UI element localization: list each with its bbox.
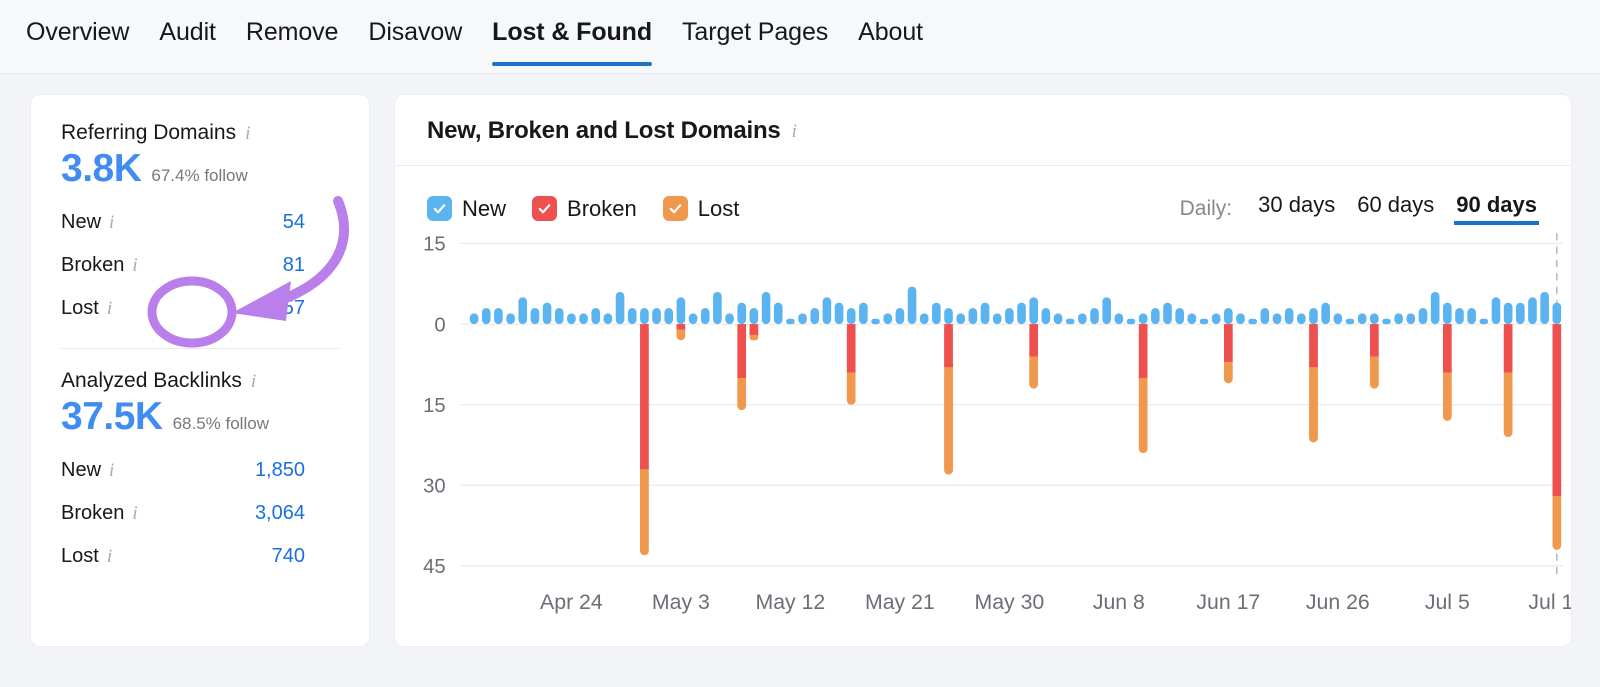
info-icon[interactable]: i: [245, 124, 250, 143]
info-icon[interactable]: i: [251, 372, 256, 391]
svg-text:0: 0: [434, 314, 445, 336]
info-icon[interactable]: i: [132, 504, 137, 523]
analyzed-backlinks-row-broken: Broken i 3,064: [61, 492, 339, 535]
stat-value-lost[interactable]: 57: [283, 297, 339, 320]
chart-controls: New Broken Lost Daily: 30 days 60 days 9…: [395, 166, 1571, 225]
referring-domains-value: 3.8K: [61, 147, 142, 190]
referring-domains-row-lost: Lost i 57: [61, 287, 339, 330]
info-icon[interactable]: i: [132, 256, 137, 275]
stat-label-text: Lost: [61, 297, 99, 319]
legend-item-lost[interactable]: Lost: [662, 195, 740, 222]
stat-label-text: Broken: [61, 254, 125, 276]
legend-checkbox-new[interactable]: [427, 196, 452, 221]
info-icon[interactable]: i: [109, 461, 114, 480]
svg-text:Apr 24: Apr 24: [540, 590, 603, 614]
stat-label-lost: Lost i: [61, 297, 112, 320]
info-icon[interactable]: i: [792, 122, 797, 141]
analyzed-backlinks-value: 37.5K: [61, 395, 163, 438]
stat-label-text: New: [61, 211, 102, 233]
chart-card: New, Broken and Lost Domains i New Broke…: [394, 94, 1572, 647]
stat-label-text: Broken: [61, 502, 125, 524]
nav-tab-disavow[interactable]: Disavow: [368, 0, 462, 65]
svg-text:May 12: May 12: [756, 590, 826, 614]
svg-text:45: 45: [423, 556, 446, 578]
svg-text:30: 30: [423, 475, 446, 497]
svg-text:15: 15: [423, 395, 446, 417]
stat-label-new: New i: [61, 211, 114, 234]
referring-domains-title: Referring Domains i: [61, 121, 339, 145]
analyzed-backlinks-label: Analyzed Backlinks: [61, 369, 242, 392]
legend-checkbox-lost[interactable]: [662, 196, 688, 221]
svg-text:Jun 26: Jun 26: [1306, 590, 1370, 614]
stat-label-new: New i: [61, 459, 114, 482]
analyzed-backlinks-row-new: New i 1,850: [61, 449, 339, 492]
stat-value-new[interactable]: 1,850: [255, 459, 339, 482]
chart-legend: New Broken Lost: [427, 196, 739, 222]
date-range-selector: Daily: 30 days 60 days 90 days: [1179, 192, 1539, 225]
range-option-60-days[interactable]: 60 days: [1357, 192, 1434, 225]
referring-domains-label: Referring Domains: [61, 121, 237, 144]
nav-tab-lost-and-found[interactable]: Lost & Found: [492, 0, 652, 66]
chart-svg[interactable]: 150153045Last updateApr 24May 3May 12May…: [395, 225, 1571, 646]
nav-tab-audit[interactable]: Audit: [159, 0, 216, 65]
svg-text:Jul 14: Jul 14: [1528, 590, 1571, 614]
legend-label-lost: Lost: [697, 195, 740, 221]
stat-value-lost[interactable]: 740: [272, 545, 339, 568]
nav-tab-overview[interactable]: Overview: [26, 0, 129, 65]
svg-text:May 3: May 3: [652, 590, 710, 614]
analyzed-backlinks-value-row: 37.5K 68.5% follow: [61, 395, 339, 439]
svg-text:May 21: May 21: [865, 590, 935, 614]
page-body: Referring Domains i 3.8K 67.4% follow Ne…: [0, 74, 1600, 647]
chart-header: New, Broken and Lost Domains i: [395, 95, 1571, 166]
stat-label-broken: Broken i: [61, 502, 138, 525]
legend-label-broken: Broken: [567, 195, 637, 221]
nav-tab-remove[interactable]: Remove: [246, 0, 339, 65]
stat-label-broken: Broken i: [61, 254, 138, 277]
legend-label-new: New: [462, 195, 507, 221]
stat-label-text: Lost: [61, 545, 99, 567]
card-divider: [61, 348, 339, 349]
nav-tab-about[interactable]: About: [858, 0, 923, 65]
referring-domains-row-broken: Broken i 81: [61, 244, 339, 287]
metrics-card: Referring Domains i 3.8K 67.4% follow Ne…: [30, 94, 370, 647]
svg-text:May 30: May 30: [974, 590, 1044, 614]
stat-label-text: New: [61, 459, 102, 481]
info-icon[interactable]: i: [107, 547, 112, 566]
analyzed-backlinks-follow: 68.5% follow: [172, 414, 269, 433]
legend-checkbox-broken[interactable]: [532, 196, 558, 221]
stat-value-broken[interactable]: 3,064: [255, 502, 339, 525]
analyzed-backlinks-row-lost: Lost i 740: [61, 535, 339, 578]
referring-domains-follow: 67.4% follow: [151, 166, 248, 185]
svg-text:Jul 5: Jul 5: [1425, 590, 1470, 614]
main-navigation: Overview Audit Remove Disavow Lost & Fou…: [0, 0, 1600, 74]
nav-tab-target-pages[interactable]: Target Pages: [682, 0, 828, 65]
legend-item-new[interactable]: New: [427, 196, 506, 222]
info-icon[interactable]: i: [109, 213, 114, 232]
svg-text:Jun 8: Jun 8: [1093, 590, 1145, 614]
stat-value-new[interactable]: 54: [283, 211, 339, 234]
referring-domains-value-row: 3.8K 67.4% follow: [61, 147, 339, 191]
chart-plot-area: 150153045Last updateApr 24May 3May 12May…: [395, 225, 1571, 646]
analyzed-backlinks-title: Analyzed Backlinks i: [61, 369, 339, 393]
referring-domains-row-new: New i 54: [61, 201, 339, 244]
stat-value-broken[interactable]: 81: [283, 254, 339, 277]
stat-label-lost: Lost i: [61, 545, 112, 568]
daily-label: Daily:: [1179, 196, 1233, 220]
info-icon[interactable]: i: [107, 299, 112, 318]
range-option-90-days[interactable]: 90 days: [1454, 192, 1539, 225]
legend-item-broken[interactable]: Broken: [532, 196, 637, 222]
svg-text:Jun 17: Jun 17: [1196, 590, 1260, 614]
chart-title: New, Broken and Lost Domains: [427, 117, 781, 144]
range-option-30-days[interactable]: 30 days: [1258, 192, 1335, 225]
svg-text:15: 15: [423, 234, 446, 256]
